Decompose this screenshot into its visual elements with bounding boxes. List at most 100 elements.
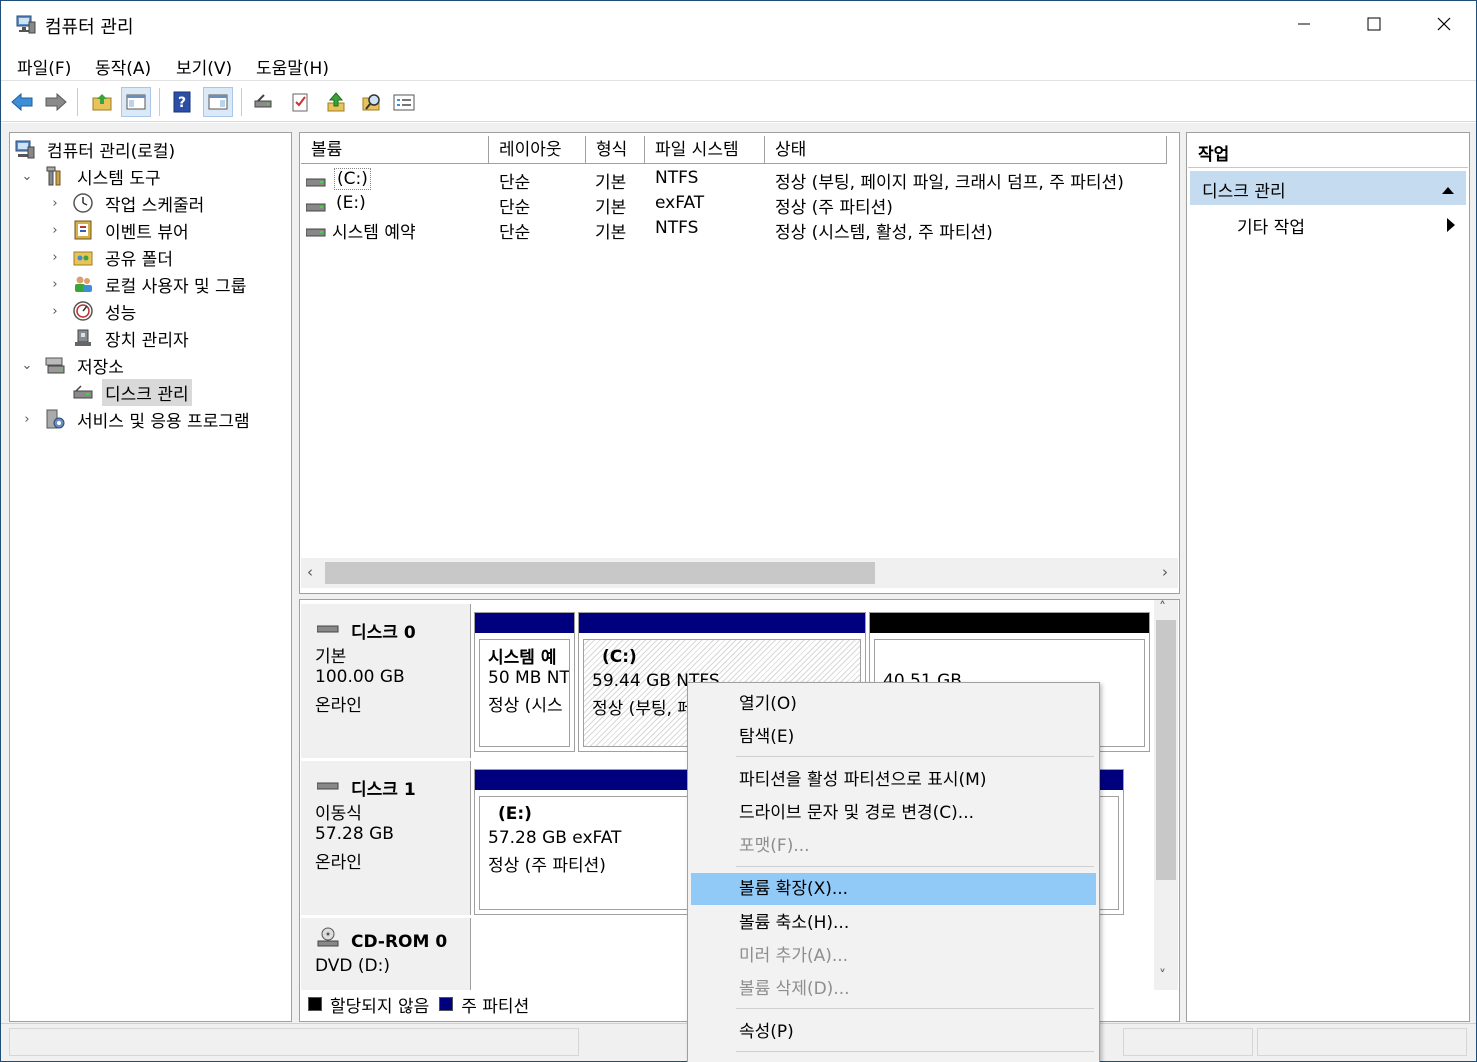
chevron-down-icon[interactable]: ⌄ xyxy=(20,169,34,184)
partition-title: (C:) xyxy=(602,647,637,667)
partition-status: 정상 (시스 xyxy=(488,696,563,716)
chevron-right-icon[interactable]: › xyxy=(48,223,62,238)
checklist-icon[interactable] xyxy=(285,87,315,117)
disk-0-label[interactable]: 디스크 0 기본 100.00 GB 온라인 xyxy=(301,604,471,758)
connect-drive-icon[interactable] xyxy=(249,87,279,117)
menu-item-delete-volume[interactable]: 볼륨 삭제(D)... xyxy=(691,973,1096,1005)
tree-item-label: 저장소 xyxy=(77,357,124,378)
console-tree: 컴퓨터 관리(로컬) ⌄ 시스템 도구 › 작업 스케줄러 › 이벤트 뷰어 › xyxy=(9,132,292,1022)
tree-item-storage[interactable]: ⌄ 저장소 xyxy=(20,352,127,378)
menu-item-mark-active[interactable]: 파티션을 활성 파티션으로 표시(M) xyxy=(691,764,1096,796)
actions-pane: 작업 디스크 관리 기타 작업 xyxy=(1186,132,1470,1022)
column-header-volume[interactable]: 볼륨 xyxy=(301,136,489,164)
tree-item-task-scheduler[interactable]: › 작업 스케줄러 xyxy=(48,190,207,216)
show-hide-console-tree-icon[interactable] xyxy=(121,87,151,117)
tree-item-disk-management[interactable]: 디스크 관리 xyxy=(48,378,192,406)
tree-item-label: 디스크 관리 xyxy=(102,378,192,406)
tree-item-device-manager[interactable]: 장치 관리자 xyxy=(48,325,192,351)
menu-item-properties[interactable]: 속성(P) xyxy=(691,1016,1096,1048)
volume-drive-icon xyxy=(305,173,326,193)
tree-item-label: 서비스 및 응용 프로그램 xyxy=(77,411,250,432)
column-header-filesystem[interactable]: 파일 시스템 xyxy=(645,136,765,164)
scroll-down-icon[interactable]: ˅ xyxy=(1159,968,1166,984)
forward-arrow-icon[interactable] xyxy=(41,87,71,117)
actions-section-disk-management[interactable]: 디스크 관리 xyxy=(1190,171,1466,205)
partition-size: 57.28 GB exFAT xyxy=(488,828,622,848)
up-folder-icon[interactable] xyxy=(87,87,117,117)
back-arrow-icon[interactable] xyxy=(7,87,37,117)
cdrom-0-label[interactable]: CD-ROM 0 DVD (D:) xyxy=(301,918,471,990)
menu-item-extend-volume[interactable]: 볼륨 확장(X)... xyxy=(691,873,1096,905)
legend-primary-swatch xyxy=(439,997,454,1011)
minimize-button[interactable] xyxy=(1269,1,1339,47)
partition-size: 50 MB NT xyxy=(488,668,570,688)
scroll-up-icon[interactable]: ˄ xyxy=(1159,600,1166,616)
volume-row[interactable]: 시스템 예약 단순 기본 NTFS 정상 (시스템, 활성, 주 파티션) xyxy=(300,216,1179,243)
green-up-arrow-icon[interactable] xyxy=(321,87,351,117)
collapse-up-icon[interactable] xyxy=(1442,180,1454,200)
chevron-right-icon[interactable]: › xyxy=(48,304,62,319)
partition-system-reserved[interactable]: 시스템 예 50 MB NT 정상 (시스 xyxy=(474,612,575,752)
show-hide-action-pane-icon[interactable] xyxy=(203,87,233,117)
menu-item-explore[interactable]: 탐색(E) xyxy=(691,721,1096,753)
vertical-scrollbar[interactable]: ˄ ˅ xyxy=(1154,600,1178,990)
menu-item-add-mirror[interactable]: 미러 추가(A)... xyxy=(691,940,1096,972)
volume-fs: NTFS xyxy=(655,168,699,188)
tree-item-system-tools[interactable]: ⌄ 시스템 도구 xyxy=(20,163,164,189)
tree-item-root[interactable]: 컴퓨터 관리(로컬) xyxy=(14,136,178,162)
scrollbar-thumb[interactable] xyxy=(325,562,875,584)
column-header-status[interactable]: 상태 xyxy=(765,136,1167,164)
volume-row[interactable]: (E:) 단순 기본 exFAT 정상 (주 파티션) xyxy=(300,191,1179,218)
maximize-button[interactable] xyxy=(1339,1,1409,47)
volume-name: (C:) xyxy=(334,168,371,190)
legend-unallocated-label: 할당되지 않음 xyxy=(330,996,430,1017)
volume-layout: 단순 xyxy=(499,223,531,243)
tree-item-services[interactable]: › 서비스 및 응용 프로그램 xyxy=(20,406,253,432)
horizontal-scrollbar[interactable]: ‹ › xyxy=(301,558,1178,588)
scroll-right-icon[interactable]: › xyxy=(1162,563,1168,581)
menu-item-format[interactable]: 포맷(F)... xyxy=(691,830,1096,862)
column-header-type[interactable]: 형식 xyxy=(586,136,645,164)
tree-item-event-viewer[interactable]: › 이벤트 뷰어 xyxy=(48,217,192,243)
disk-1-label[interactable]: 디스크 1 이동식 57.28 GB 온라인 xyxy=(301,761,471,915)
properties-icon[interactable] xyxy=(389,87,419,117)
chevron-down-icon[interactable]: ⌄ xyxy=(20,358,34,373)
menu-action[interactable]: 동작(A) xyxy=(95,54,151,79)
title-bar[interactable]: 컴퓨터 관리 xyxy=(1,1,1476,47)
volume-fs: NTFS xyxy=(655,218,699,238)
cd-drive-icon xyxy=(317,926,339,953)
help-icon[interactable]: ? xyxy=(167,87,197,117)
tree-item-performance[interactable]: › 성능 xyxy=(48,298,139,324)
volume-row[interactable]: (C:) 단순 기본 NTFS 정상 (부팅, 페이지 파일, 크래시 덤프, … xyxy=(300,166,1179,193)
close-button[interactable] xyxy=(1409,1,1477,47)
chevron-right-icon[interactable]: › xyxy=(48,250,62,265)
tree-item-shared-folders[interactable]: › 공유 폴더 xyxy=(48,244,176,270)
storage-icon xyxy=(44,354,66,376)
volume-drive-icon xyxy=(305,198,326,218)
tree-item-label: 컴퓨터 관리(로컬) xyxy=(47,141,176,162)
menu-item-open[interactable]: 열기(O) xyxy=(691,688,1096,720)
partition-title: 시스템 예 xyxy=(488,648,557,668)
scrollbar-thumb[interactable] xyxy=(1156,620,1176,880)
chevron-right-icon[interactable]: › xyxy=(48,277,62,292)
menu-bar: 파일(F) 동작(A) 보기(V) 도움말(H) xyxy=(1,47,1476,81)
menu-help[interactable]: 도움말(H) xyxy=(256,54,329,79)
menu-file[interactable]: 파일(F) xyxy=(17,54,71,79)
toolbar: ? xyxy=(1,82,1476,122)
menu-view[interactable]: 보기(V) xyxy=(176,54,232,79)
volume-drive-icon xyxy=(305,223,326,243)
disk-size: 57.28 GB xyxy=(315,824,394,844)
disk-kind: 기본 xyxy=(315,647,347,667)
tree-item-label: 시스템 도구 xyxy=(77,168,161,189)
menu-item-change-drive-letter[interactable]: 드라이브 문자 및 경로 변경(C)... xyxy=(691,797,1096,829)
column-header-layout[interactable]: 레이아웃 xyxy=(489,136,586,164)
tree-item-local-users[interactable]: › 로컬 사용자 및 그룹 xyxy=(48,271,249,297)
menu-item-shrink-volume[interactable]: 볼륨 축소(H)... xyxy=(691,907,1096,939)
chevron-right-icon[interactable]: › xyxy=(48,196,62,211)
search-folder-icon[interactable] xyxy=(357,87,387,117)
scroll-left-icon[interactable]: ‹ xyxy=(307,563,313,581)
chevron-right-icon[interactable]: › xyxy=(20,412,34,427)
more-actions-item[interactable]: 기타 작업 xyxy=(1237,213,1457,238)
device-manager-icon xyxy=(72,327,94,349)
volume-layout: 단순 xyxy=(499,173,531,193)
